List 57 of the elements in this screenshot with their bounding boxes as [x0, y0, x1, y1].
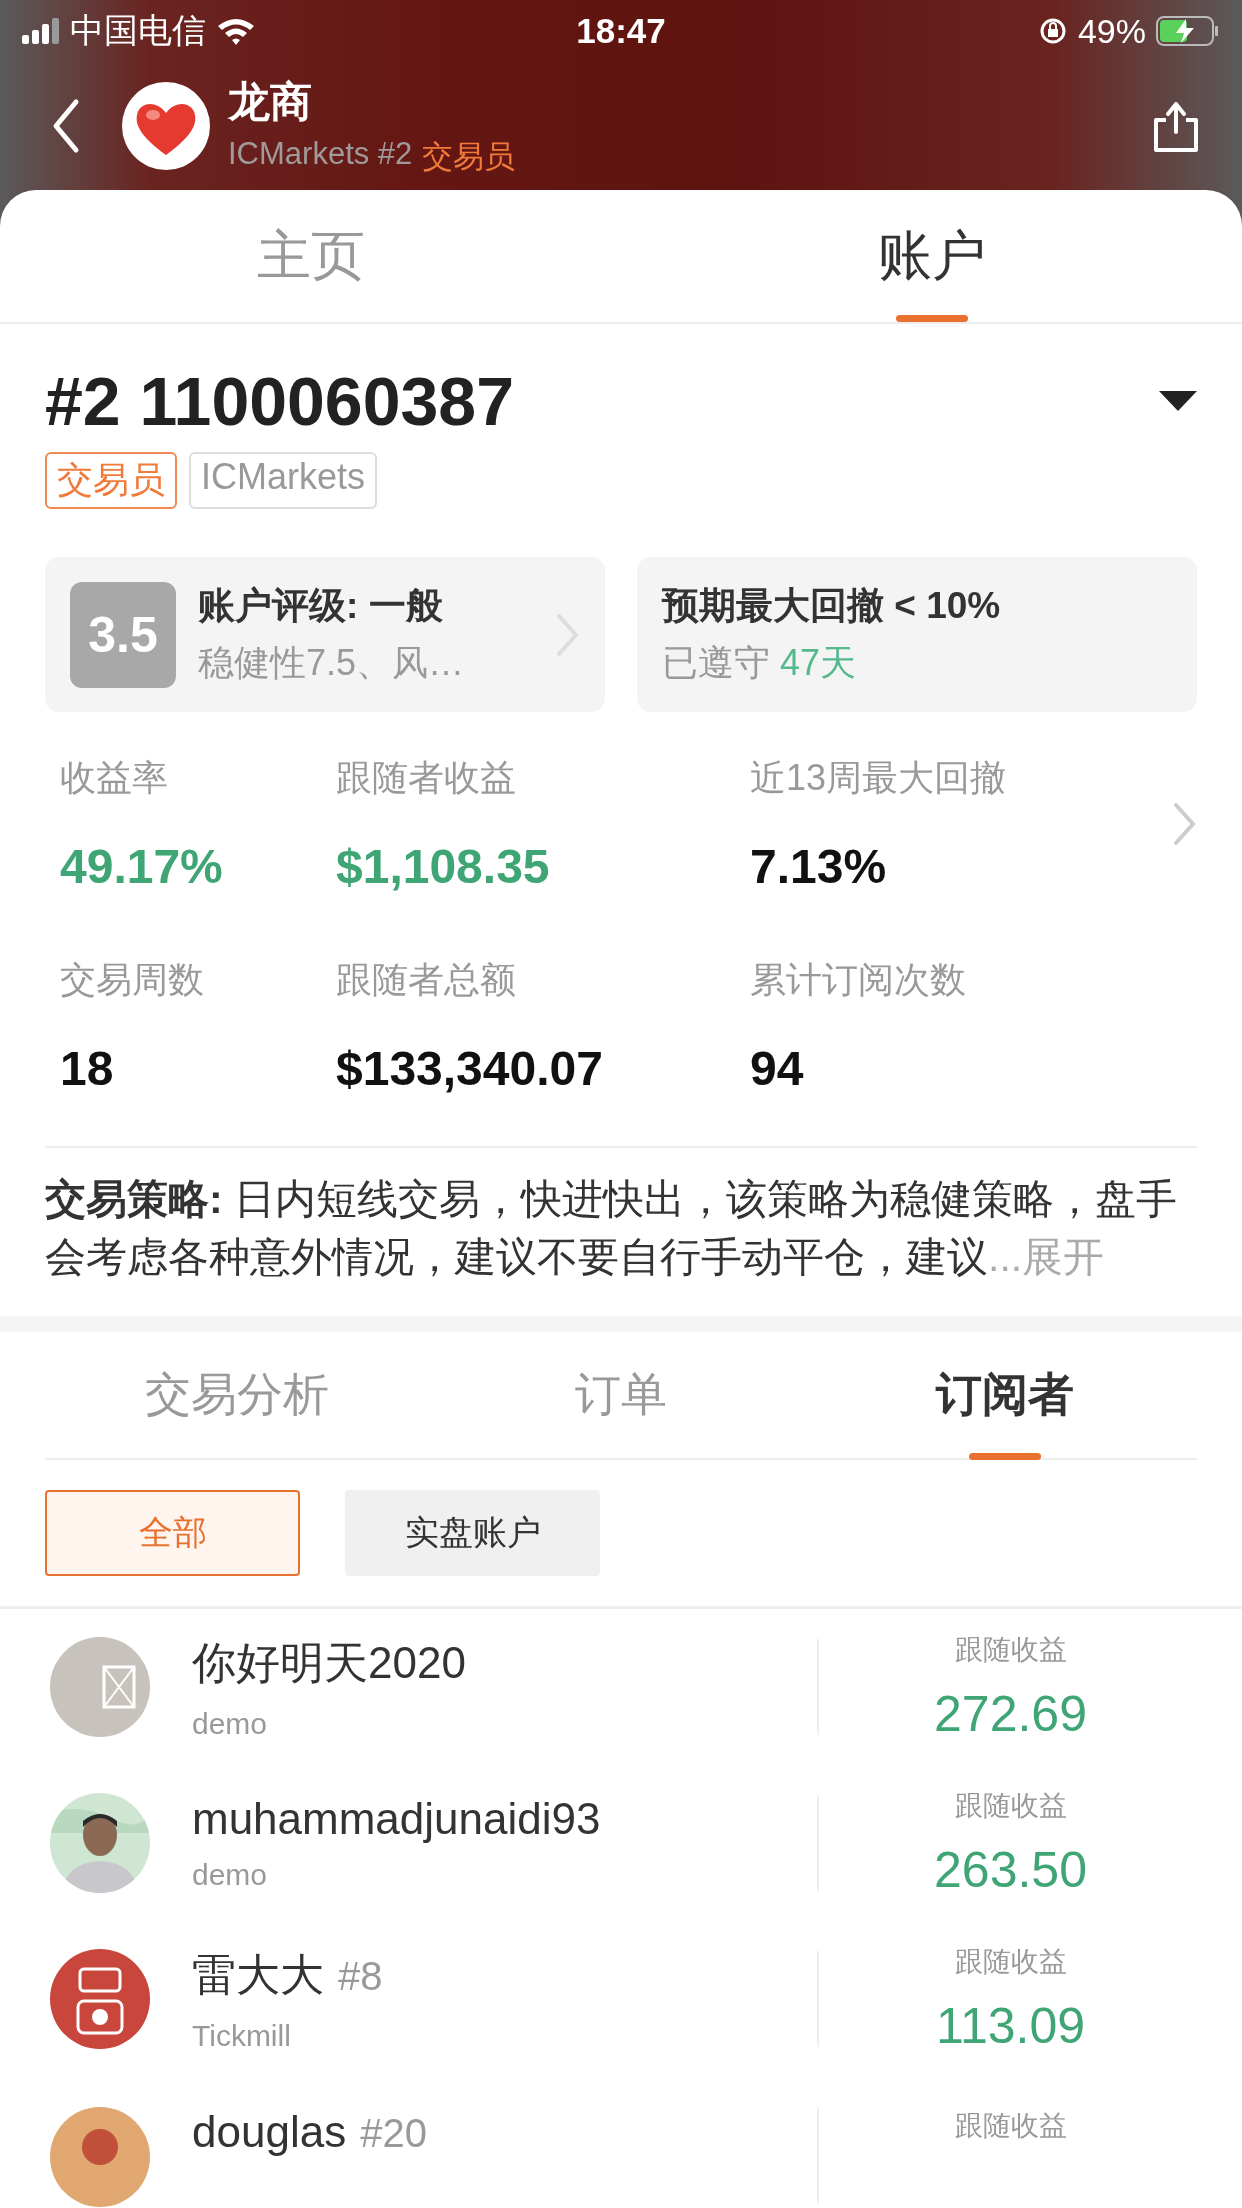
subscriber-name: 雷大大 — [192, 1948, 324, 2001]
rating-score: 3.5 — [70, 581, 176, 688]
subscriber-broker: demo — [192, 1858, 269, 1892]
avatar-placeholder-icon — [50, 1637, 150, 1737]
compliance-label: 已遵守 — [662, 641, 770, 685]
tab[interactable]: 订阅者 — [813, 1332, 1197, 1458]
stat-value: 7.13% — [750, 839, 888, 894]
role-label: 交易员 — [422, 138, 516, 176]
compliance-days: 47天 — [780, 639, 857, 688]
subscriber-row[interactable]: douglas #20 跟随收益 — [0, 2077, 1242, 2208]
battery-icon — [1156, 16, 1220, 46]
earnings-value: 263.50 — [934, 1841, 1087, 1899]
earnings-label: 跟随收益 — [954, 1789, 1067, 1823]
broker-rank: ICMarkets #2 — [228, 136, 413, 173]
subscriber-broker: demo — [192, 1706, 269, 1741]
rating-title: 账户评级: 一般 — [198, 584, 444, 628]
subscriber-name: 你好明天2020 — [192, 1636, 466, 1689]
stat-value: $133,340.07 — [336, 1041, 604, 1096]
earnings-value: 272.69 — [934, 1685, 1087, 1743]
subscriber-name: muhammadjunaidi93 — [192, 1794, 601, 1844]
tag: 交易员 — [45, 452, 177, 509]
subscriber-row[interactable]: 你好明天2020 demo 跟随收益 272.69 — [0, 1609, 1242, 1765]
subscriber-broker: Tickmill — [192, 2018, 292, 2053]
tab[interactable]: 账户 — [621, 190, 1242, 322]
trader-name: 龙商 — [228, 77, 313, 127]
wifi-icon — [216, 16, 256, 46]
rating-detail: 稳健性7.5、风… — [198, 641, 466, 685]
stat-label: 收益率 — [60, 756, 169, 800]
stat-label: 累计订阅次数 — [750, 958, 967, 1002]
rating-card[interactable]: 3.5 账户评级: 一般 稳健性7.5、风… — [45, 557, 605, 712]
earnings-label: 跟随收益 — [954, 1945, 1067, 1979]
earnings-label: 跟随收益 — [954, 1633, 1067, 1667]
drawdown-title: 预期最大回撤 < 10% — [662, 584, 1002, 628]
subscriber-rank: #20 — [360, 2111, 427, 2156]
carrier-name: 中国电信 — [70, 10, 206, 51]
earnings-value: 113.09 — [935, 1997, 1086, 2055]
signal-icon — [22, 17, 60, 45]
tag: ICMarkets — [189, 452, 378, 509]
earnings-label: 跟随收益 — [954, 2109, 1067, 2143]
stat-value: 49.17% — [60, 839, 224, 894]
filter-button[interactable]: 实盘账户 — [345, 1490, 600, 1576]
battery-percent: 49% — [1077, 11, 1146, 51]
subscriber-row[interactable]: muhammadjunaidi93 demo 跟随收益 263.50 — [0, 1765, 1242, 1921]
strategy-text: 交易策略: 日内短线交易，快进快出，该策略为稳健策略，盘手会考虑各种意外情况，建议不要自行手动平仓，建议...展开 — [45, 1175, 1179, 1282]
stat-label: 跟随者总额 — [336, 958, 517, 1002]
stat-label: 交易周数 — [60, 958, 205, 1002]
stat-value: $1,108.35 — [336, 839, 551, 894]
stat-label: 近13周最大回撤 — [750, 756, 1007, 800]
dropdown-icon[interactable] — [1159, 391, 1197, 411]
stat-value: 94 — [750, 1041, 805, 1096]
subscriber-row[interactable]: 雷大大 #8 Tickmill 跟随收益 113.09 — [0, 1921, 1242, 2077]
clock-time: 18:47 — [576, 11, 666, 51]
account-number: #2 1100060387 — [45, 362, 514, 440]
stat-value: 18 — [60, 1041, 115, 1096]
subscriber-rank: #8 — [338, 1953, 383, 1999]
stat-label: 跟随者收益 — [336, 756, 517, 800]
subscriber-name: douglas — [192, 2107, 347, 2157]
